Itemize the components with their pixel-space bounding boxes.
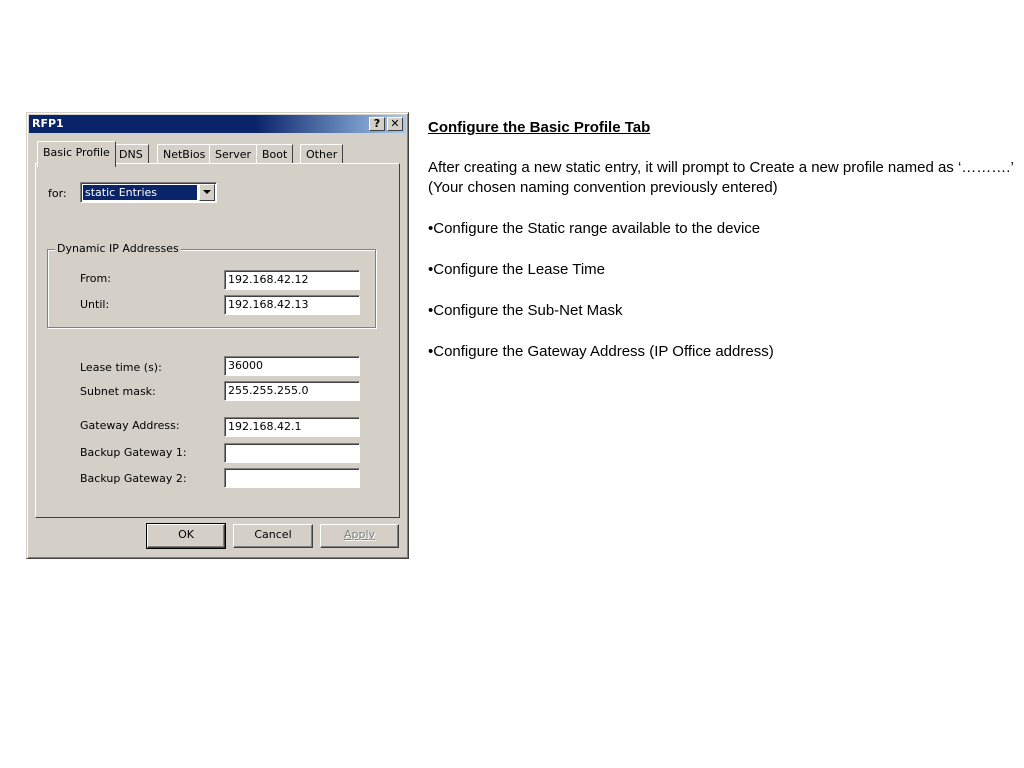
tab-panel [35, 163, 400, 518]
tab-server[interactable]: Server [209, 144, 258, 164]
tab-basic-profile[interactable]: Basic Profile [37, 141, 116, 167]
tab-netbios[interactable]: NetBios [157, 144, 212, 164]
gateway-address-field[interactable]: 192.168.42.1 [224, 417, 360, 437]
tab-other[interactable]: Other [300, 144, 344, 164]
tab-boot[interactable]: Boot [256, 144, 294, 164]
backup-gateway-2-field[interactable] [224, 468, 360, 488]
slide-bullet: •Configure the Lease Time [428, 261, 606, 278]
help-button[interactable]: ? [369, 117, 385, 131]
ok-button[interactable]: OK [146, 523, 226, 549]
slide-heading: Configure the Basic Profile Tab [428, 119, 651, 136]
until-label: Until: [80, 298, 110, 311]
backup-gateway-2-label: Backup Gateway 2: [80, 472, 187, 485]
subnet-mask-label: Subnet mask: [80, 385, 156, 398]
dialog-titlebar[interactable]: RFP1 ? ✕ [29, 115, 406, 133]
apply-button[interactable]: Apply [320, 524, 399, 548]
close-button[interactable]: ✕ [387, 117, 403, 131]
slide-intro: After creating a new static entry, it wi… [428, 159, 1014, 196]
cancel-button[interactable]: Cancel [233, 524, 313, 548]
profile-select-value: static Entries [83, 185, 197, 200]
slide-text: Configure the Basic Profile Tab After cr… [428, 118, 1018, 383]
group-title: Dynamic IP Addresses [55, 242, 181, 255]
tab-dns[interactable]: DNS [113, 144, 149, 164]
backup-gateway-1-field[interactable] [224, 443, 360, 463]
lease-time-label: Lease time (s): [80, 361, 162, 374]
dialog-title: RFP1 [32, 117, 64, 130]
lease-time-field[interactable]: 36000 [224, 356, 360, 376]
gateway-address-label: Gateway Address: [80, 419, 180, 432]
slide-bullet: •Configure the Sub-Net Mask [428, 302, 623, 319]
chevron-down-icon[interactable] [199, 184, 215, 201]
from-field[interactable]: 192.168.42.12 [224, 270, 360, 290]
slide-bullet: •Configure the Static range available to… [428, 220, 761, 237]
slide-bullet: •Configure the Gateway Address (IP Offic… [428, 343, 774, 360]
apply-button-label: Apply [343, 528, 376, 541]
backup-gateway-1-label: Backup Gateway 1: [80, 446, 187, 459]
from-label: From: [80, 272, 111, 285]
for-label: for: [48, 187, 67, 200]
subnet-mask-field[interactable]: 255.255.255.0 [224, 381, 360, 401]
until-field[interactable]: 192.168.42.13 [224, 295, 360, 315]
profile-select[interactable]: static Entries [80, 182, 217, 203]
